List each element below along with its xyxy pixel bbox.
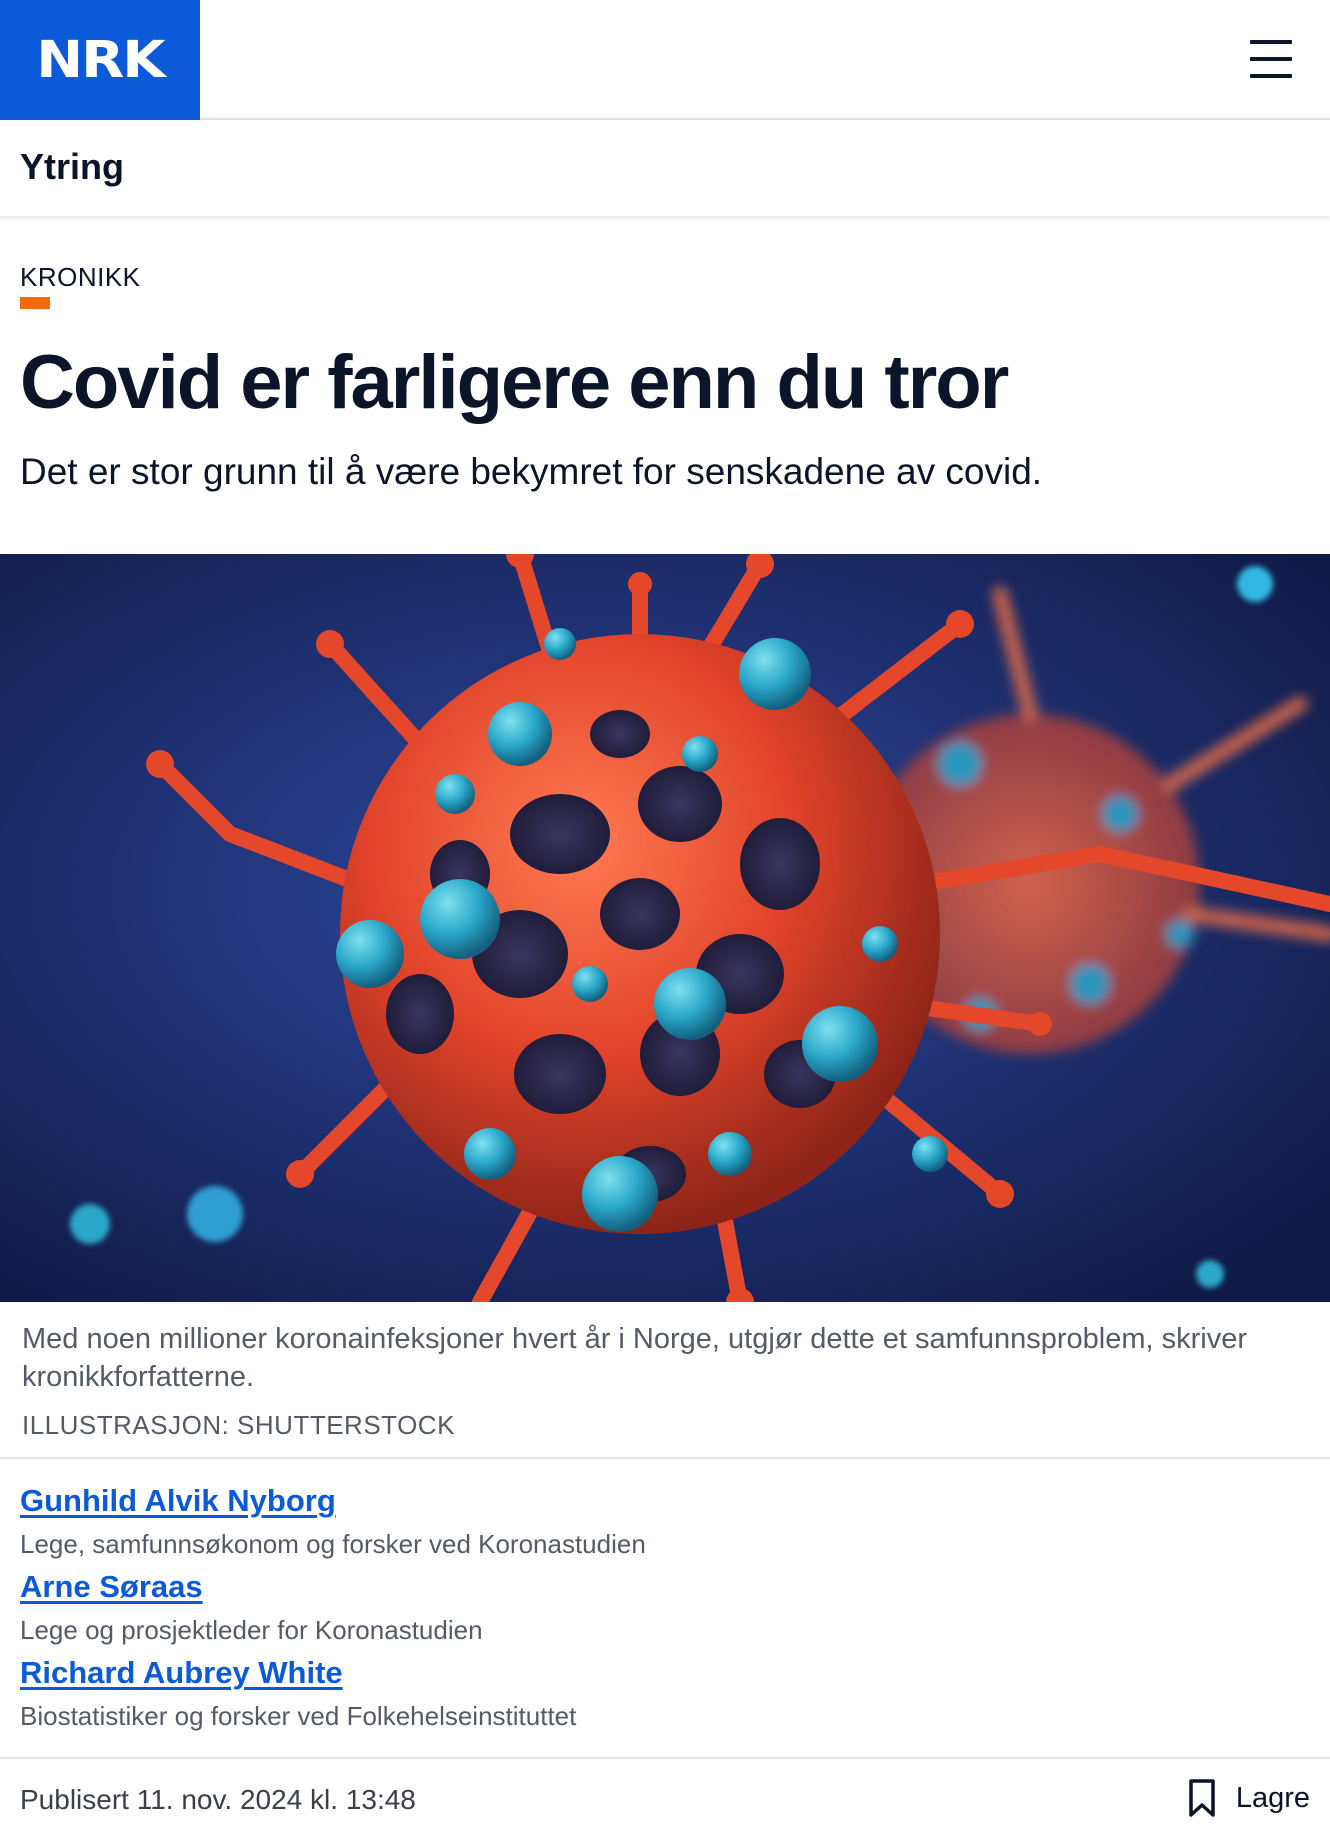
- article-hero-image: [0, 554, 1330, 1302]
- section-link-ytring[interactable]: Ytring: [20, 146, 124, 188]
- section-bar: Ytring: [0, 122, 1330, 216]
- image-caption: Med noen millioner koronainfeksjoner hve…: [22, 1323, 1247, 1393]
- published-timestamp: Publisert 11. nov. 2024 kl. 13:48: [20, 1784, 416, 1815]
- top-navigation-bar: NRK: [0, 0, 1330, 120]
- author-role-nyborg: Lege, samfunnsøkonom og forsker ved Koro…: [20, 1529, 646, 1559]
- nrk-logo-text: NRK: [36, 30, 165, 90]
- menu-line-top: [1250, 40, 1292, 44]
- virus-illustration: [0, 554, 1330, 1302]
- author-role-white: Biostatistiker og forsker ved Folkehelse…: [20, 1701, 577, 1731]
- author-role-soraas: Lege og prosjektleder for Koronastudien: [20, 1615, 483, 1645]
- article-lede: Det er stor grunn til å være bekymret fo…: [20, 451, 1043, 492]
- author-link-soraas[interactable]: Arne Søraas: [20, 1569, 203, 1605]
- save-button-label: Lagre: [1235, 1781, 1310, 1814]
- byline-divider-bottom: [0, 1757, 1330, 1759]
- article-kicker: KRONIKK: [20, 262, 141, 292]
- save-button[interactable]: Lagre: [1188, 1778, 1310, 1818]
- author-link-white[interactable]: Richard Aubrey White: [20, 1655, 343, 1691]
- hamburger-menu-icon[interactable]: [1250, 40, 1292, 78]
- bookmark-icon: [1189, 1779, 1215, 1817]
- menu-line-bottom: [1250, 74, 1292, 78]
- kicker-accent-bar: [20, 297, 50, 309]
- menu-line-middle: [1250, 57, 1292, 61]
- nrk-logo[interactable]: NRK: [0, 0, 200, 120]
- byline-divider-top: [0, 1457, 1330, 1459]
- article-headline: Covid er farligere enn du tror: [20, 340, 1009, 425]
- image-credit: ILLUSTRASJON: SHUTTERSTOCK: [22, 1410, 455, 1440]
- author-link-nyborg[interactable]: Gunhild Alvik Nyborg: [20, 1483, 336, 1519]
